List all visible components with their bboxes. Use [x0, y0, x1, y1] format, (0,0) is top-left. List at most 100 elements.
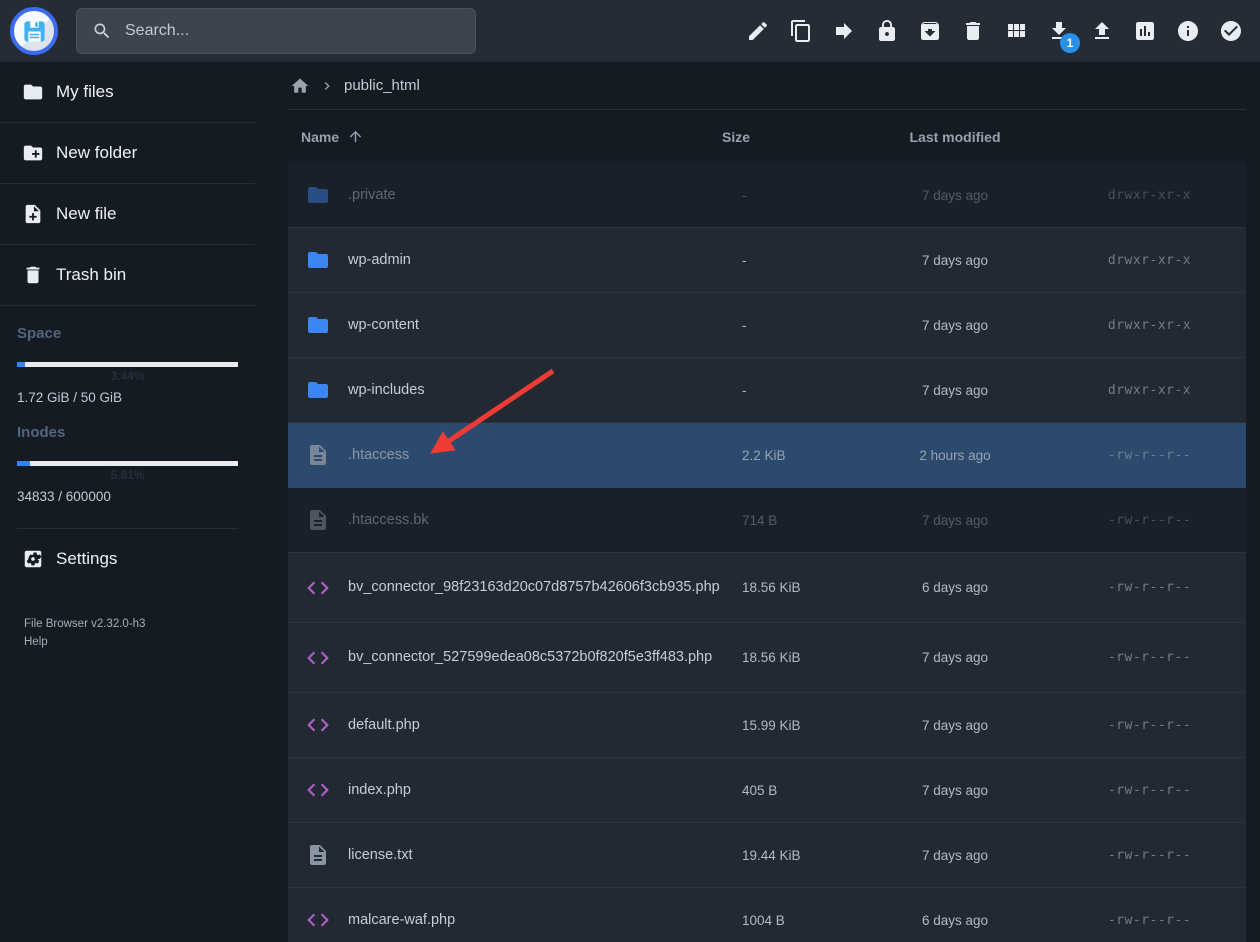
top-bar: 1 [0, 0, 1260, 62]
file-type-cell [288, 508, 348, 532]
code-icon [305, 645, 331, 671]
file-name: wp-includes [348, 380, 742, 401]
check-circle-icon [1219, 19, 1243, 43]
code-icon [305, 777, 331, 803]
file-permissions: -rw-r--r-- [1053, 913, 1246, 928]
delete-button[interactable] [961, 19, 985, 43]
file-type-cell [288, 645, 348, 671]
file-type-cell [288, 378, 348, 402]
sidebar-item-new-file[interactable]: New file [0, 184, 255, 245]
inodes-title: Inodes [17, 405, 238, 441]
select-multiple-button[interactable] [1219, 19, 1243, 43]
file-name: .htaccess.bk [348, 510, 742, 531]
space-percent: 3.44% [17, 369, 238, 383]
breadcrumb: public_html [288, 62, 1246, 110]
file-size: 1004 B [742, 913, 857, 928]
file-row[interactable]: bv_connector_527599edea08c5372b0f820f5e3… [288, 623, 1246, 693]
download-button[interactable]: 1 [1047, 19, 1071, 43]
usage-button[interactable] [1133, 19, 1157, 43]
view-mode-button[interactable] [1004, 19, 1028, 43]
upload-button[interactable] [1090, 19, 1114, 43]
file-modified: 6 days ago [857, 913, 1053, 928]
file-row[interactable]: wp-admin-7 days agodrwxr-xr-x [288, 228, 1246, 293]
space-progress [17, 362, 238, 367]
file-modified: 7 days ago [857, 718, 1053, 733]
file-listing: public_html Name Size Last modified .pri… [255, 62, 1260, 942]
file-rows: .private-7 days agodrwxr-xr-xwp-admin-7 … [288, 163, 1246, 942]
bar-chart-icon [1133, 19, 1157, 43]
file-modified: 7 days ago [857, 848, 1053, 863]
file-modified: 7 days ago [857, 383, 1053, 398]
file-name: .private [348, 185, 742, 206]
app-logo[interactable] [10, 7, 58, 55]
space-section: Space 3.44% 1.72 GiB / 50 GiB Inodes 5.8… [0, 306, 255, 529]
pencil-icon [746, 19, 770, 43]
help-link[interactable]: Help [24, 635, 48, 651]
file-permissions: -rw-r--r-- [1053, 650, 1246, 665]
file-modified: 6 days ago [857, 580, 1053, 595]
archive-icon [918, 19, 942, 43]
file-row[interactable]: license.txt19.44 KiB7 days ago-rw-r--r-- [288, 823, 1246, 888]
code-icon [305, 907, 331, 933]
space-usage: 1.72 GiB / 50 GiB [17, 390, 238, 405]
file-permissions: -rw-r--r-- [1053, 580, 1246, 595]
file-name: index.php [348, 780, 742, 801]
file-row[interactable]: .htaccess2.2 KiB2 hours ago-rw-r--r-- [288, 423, 1246, 488]
file-permissions: -rw-r--r-- [1053, 848, 1246, 863]
file-size: 18.56 KiB [742, 650, 857, 665]
file-modified: 2 hours ago [857, 448, 1053, 463]
settings-label: Settings [56, 549, 117, 569]
file-size: - [742, 188, 857, 203]
file-modified: 7 days ago [857, 513, 1053, 528]
file-permissions: -rw-r--r-- [1053, 718, 1246, 733]
copy-button[interactable] [789, 19, 813, 43]
column-header-modified[interactable]: Last modified [857, 129, 1053, 145]
file-row[interactable]: malcare-waf.php1004 B6 days ago-rw-r--r-… [288, 888, 1246, 942]
file-name: bv_connector_98f23163d20c07d8757b42606f3… [348, 577, 742, 598]
file-modified: 7 days ago [857, 253, 1053, 268]
file-size: 405 B [742, 783, 857, 798]
file-size: 714 B [742, 513, 857, 528]
column-header-name[interactable]: Name [288, 128, 742, 145]
permissions-button[interactable] [875, 19, 899, 43]
file-modified: 7 days ago [857, 318, 1053, 333]
folder-icon [306, 183, 330, 207]
move-button[interactable] [832, 19, 856, 43]
sidebar-item-settings[interactable]: Settings [0, 529, 255, 589]
file-permissions: -rw-r--r-- [1053, 448, 1246, 463]
archive-button[interactable] [918, 19, 942, 43]
file-row[interactable]: index.php405 B7 days ago-rw-r--r-- [288, 758, 1246, 823]
file-row[interactable]: .htaccess.bk714 B7 days ago-rw-r--r-- [288, 488, 1246, 553]
file-row[interactable]: wp-content-7 days agodrwxr-xr-x [288, 293, 1246, 358]
file-type-cell [288, 443, 348, 467]
file-row[interactable]: wp-includes-7 days agodrwxr-xr-x [288, 358, 1246, 423]
file-type-cell [288, 313, 348, 337]
file-name: default.php [348, 715, 742, 736]
file-row[interactable]: default.php15.99 KiB7 days ago-rw-r--r-- [288, 693, 1246, 758]
home-icon[interactable] [290, 76, 310, 96]
file-type-cell [288, 843, 348, 867]
info-button[interactable] [1176, 19, 1200, 43]
trash-icon [22, 264, 44, 286]
sidebar-item-new-folder[interactable]: New folder [0, 123, 255, 184]
sidebar-footer: File Browser v2.32.0-h3 Help [0, 617, 255, 650]
new-file-icon [22, 203, 44, 225]
edit-button[interactable] [746, 19, 770, 43]
file-type-cell [288, 907, 348, 933]
file-modified: 7 days ago [857, 650, 1053, 665]
breadcrumb-folder[interactable]: public_html [344, 77, 420, 94]
sidebar-item-my-files[interactable]: My files [0, 62, 255, 123]
inodes-percent: 5.81% [17, 468, 238, 482]
upload-icon [1090, 19, 1114, 43]
search-input[interactable] [125, 22, 445, 40]
info-icon [1176, 19, 1200, 43]
file-permissions: drwxr-xr-x [1053, 383, 1246, 398]
file-row[interactable]: bv_connector_98f23163d20c07d8757b42606f3… [288, 553, 1246, 623]
sidebar-item-trash-bin[interactable]: Trash bin [0, 245, 255, 306]
file-permissions: drwxr-xr-x [1053, 188, 1246, 203]
file-size: 2.2 KiB [742, 448, 857, 463]
grid-icon [1004, 19, 1028, 43]
search-icon [92, 21, 112, 41]
file-row[interactable]: .private-7 days agodrwxr-xr-x [288, 163, 1246, 228]
column-header-size[interactable]: Size [722, 129, 837, 145]
